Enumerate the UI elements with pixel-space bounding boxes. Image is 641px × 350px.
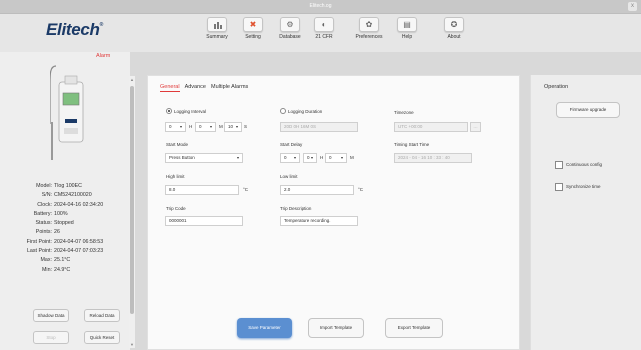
continuous-config-label: Continuous config xyxy=(566,162,603,167)
interval-day-select[interactable]: 0 ▾ xyxy=(165,122,186,132)
info-row: Clock: 2024-04-16 02:34:20 xyxy=(37,201,104,208)
nav-help[interactable]: ▤ Help xyxy=(388,17,426,40)
logging-interval-label: Logging Interval xyxy=(174,109,207,114)
hour-unit-label: H xyxy=(189,124,193,129)
synchronize-time-label: Synchronize time xyxy=(566,184,601,189)
interval-minute-select[interactable]: 10 ▾ xyxy=(224,122,242,132)
start-delay-label: Start Delay xyxy=(280,142,303,147)
logging-interval-radio[interactable] xyxy=(166,108,172,114)
timing-start-label: Timing Start Time xyxy=(394,142,430,147)
info-row: Min: 24.9°C xyxy=(41,266,71,273)
scroll-down-icon[interactable]: ▼ xyxy=(129,342,135,347)
interval-hour-select[interactable]: 0 ▾ xyxy=(195,122,216,132)
firmware-upgrade-button[interactable]: Firmware upgrade xyxy=(556,102,620,118)
nav-about[interactable]: ✪ About xyxy=(435,17,473,40)
info-row: Max: 25.1°C xyxy=(40,257,71,264)
tools-icon: ✖ xyxy=(243,17,263,32)
shield-icon: ◐ xyxy=(314,17,334,32)
logger-device-image xyxy=(50,65,84,160)
minute-unit-label: M xyxy=(219,124,223,129)
save-parameter-button[interactable]: Save Parameter xyxy=(237,318,292,338)
low-limit-field[interactable]: 2.0 xyxy=(280,185,354,195)
settings-panel xyxy=(147,75,520,350)
nav-label: 21 CFR xyxy=(315,34,333,40)
delay-hour-select[interactable]: 0 ▾ xyxy=(303,153,317,163)
info-row: Battery: 100% xyxy=(33,210,68,217)
delay-minute-select[interactable]: 0 ▾ xyxy=(325,153,347,163)
high-limit-field[interactable]: 8.0 xyxy=(165,185,239,195)
info-row: Model: Tlog 100EC xyxy=(36,183,82,189)
second-unit-label: S xyxy=(244,124,248,129)
info-icon: ✪ xyxy=(444,17,464,32)
title-bar: Elitech.og x xyxy=(0,0,641,14)
scroll-up-icon[interactable]: ▲ xyxy=(129,77,135,82)
tab-multiple-alarms[interactable]: Multiple Alarms xyxy=(211,84,248,90)
nav-setting[interactable]: ✖ Setting xyxy=(234,17,272,40)
window-title: Elitech.og xyxy=(309,3,332,9)
synchronize-time-checkbox[interactable] xyxy=(555,183,563,191)
info-row: Last Point: 2024-04-07 07:03:23 xyxy=(26,248,104,255)
import-template-button[interactable]: Import Template xyxy=(308,318,364,338)
nav-summary[interactable]: Summary xyxy=(198,17,236,40)
delay-day-select[interactable]: 0 ▾ xyxy=(280,153,300,163)
book-icon: ▤ xyxy=(397,17,417,32)
left-scrollbar[interactable]: ▲ ▼ xyxy=(129,76,135,348)
info-row: Status: Stopped xyxy=(35,220,74,227)
duration-field[interactable]: 20D 0H 16M 0S xyxy=(280,122,358,132)
nav-label: Setting xyxy=(245,34,261,40)
low-limit-label: Low limit xyxy=(280,174,298,179)
export-template-button[interactable]: Export Template xyxy=(385,318,443,338)
info-row: Points: 26 xyxy=(35,229,60,236)
start-mode-select[interactable]: Press Button ▾ xyxy=(165,153,243,163)
continuous-config-checkbox[interactable] xyxy=(555,161,563,169)
nav-label: Preferences xyxy=(355,34,383,40)
stop-button[interactable]: Stop xyxy=(33,331,69,344)
delay-minute-label: M xyxy=(350,155,354,160)
nav-label: About xyxy=(447,34,461,40)
timezone-label: Timezone xyxy=(394,110,414,115)
trip-description-field[interactable]: Temperature recording. xyxy=(280,216,358,226)
logging-duration-label: Logging Duration xyxy=(288,109,323,114)
nav-preferences[interactable]: ✿ Preferences xyxy=(350,17,388,40)
settings-tabs: General Advance Multiple Alarms xyxy=(160,84,253,92)
timing-start-field[interactable]: 2024 - 04 - 16 10 : 33 : 40 xyxy=(394,153,472,163)
nav-label: Database xyxy=(279,34,301,40)
tab-general[interactable]: General xyxy=(160,84,180,92)
info-row: First Point: 2024-04-07 06:58:53 xyxy=(26,238,104,245)
timezone-field[interactable]: UTC +00:00 xyxy=(394,122,468,132)
chart-icon xyxy=(207,17,227,32)
low-unit-label: °C xyxy=(358,187,364,192)
operation-title: Operation xyxy=(544,84,569,90)
nav-label: Summary xyxy=(206,34,228,40)
high-limit-label: High limit xyxy=(166,174,185,179)
tab-advance[interactable]: Advance xyxy=(185,84,206,90)
logging-duration-radio[interactable] xyxy=(280,108,286,114)
info-row: S/N: CM5242100020 xyxy=(41,192,92,199)
nav-21cfr[interactable]: ◐ 21 CFR xyxy=(305,17,343,40)
quick-reset-button[interactable]: Quick Reset xyxy=(84,331,120,344)
elitech-logo: Elitech® xyxy=(46,20,104,39)
gear-icon: ✿ xyxy=(359,17,379,32)
scroll-thumb[interactable] xyxy=(130,86,134,314)
nav-database[interactable]: ⚙ Database xyxy=(271,17,309,40)
shadow-data-button[interactable]: Shadow Data xyxy=(33,309,69,322)
start-mode-label: Start Mode xyxy=(166,142,189,147)
alarm-label: Alarm xyxy=(96,53,111,59)
nav-label: Help xyxy=(401,34,413,40)
trip-code-label: Trip Code xyxy=(166,206,186,211)
close-icon[interactable]: x xyxy=(628,2,637,11)
timezone-more-button[interactable]: … xyxy=(470,122,481,132)
reload-data-button[interactable]: Reload Data xyxy=(84,309,120,322)
device-info: Model: Tlog 100EC S/N: CM5242100020 Clock:… xyxy=(0,182,130,275)
trip-code-field[interactable]: 0000001 xyxy=(165,216,243,226)
delay-hour-label: H xyxy=(320,155,324,160)
trip-description-label: Trip Description xyxy=(280,206,312,211)
high-unit-label: °C xyxy=(243,187,249,192)
database-icon: ⚙ xyxy=(280,17,300,32)
